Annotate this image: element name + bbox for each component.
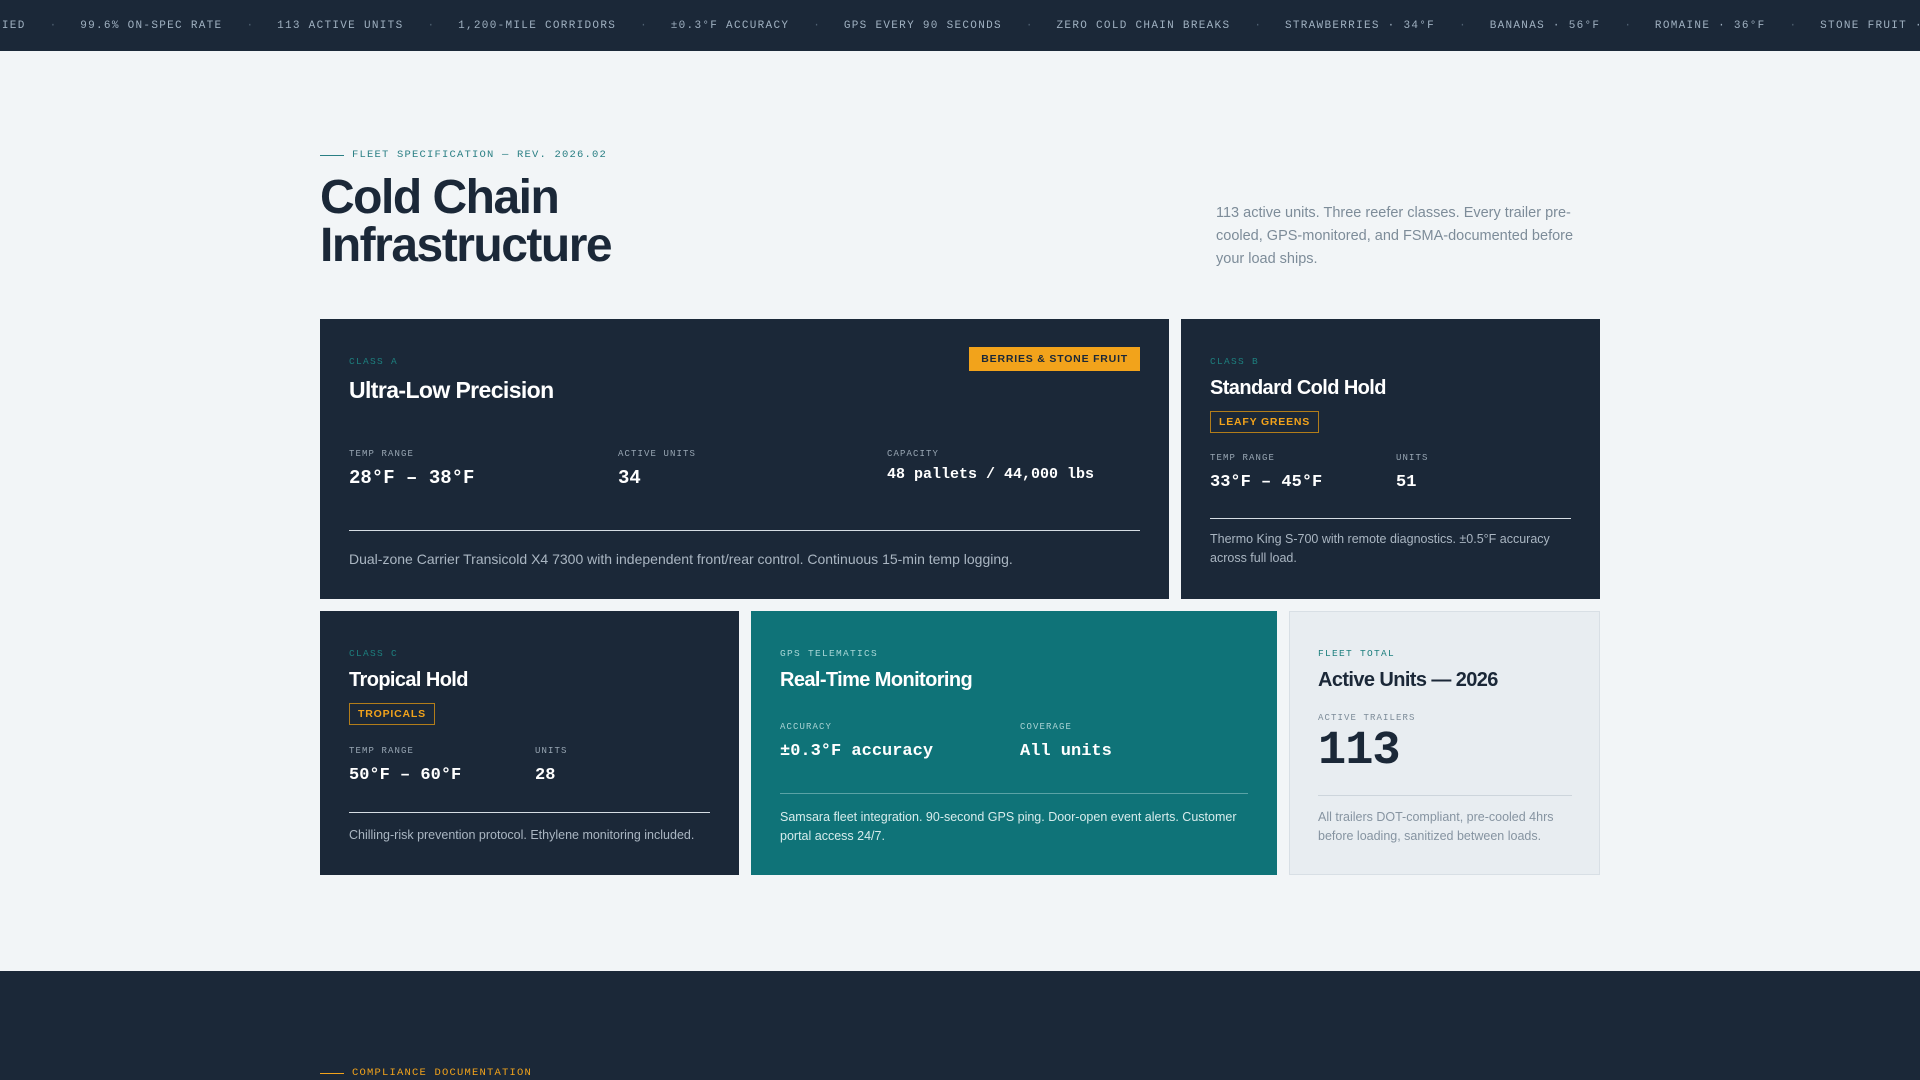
compliance-eyebrow: COMPLIANCE DOCUMENTATION [320,1067,532,1079]
active-trailers-count: 113 [1318,725,1401,778]
compliance-section: COMPLIANCE DOCUMENTATION [0,971,1920,1080]
stat-label-units: UNITS [535,746,568,756]
section-eyebrow: FLEET SPECIFICATION — REV. 2026.02 [320,149,607,161]
card-divider [349,530,1140,531]
card-description: Chilling-risk prevention protocol. Ethyl… [349,828,695,842]
card-class-b: CLASS B Standard Cold Hold LEAFY GREENS … [1181,319,1600,599]
class-label: GPS TELEMATICS [780,648,879,659]
stat-value-temp-range: 33°F – 45°F [1210,473,1323,492]
class-label: CLASS B [1210,356,1260,367]
card-divider [780,793,1248,794]
stat-label-active-units: ACTIVE UNITS [618,449,697,459]
page-title: Cold Chain Infrastructure [320,174,820,270]
ticker-separator: · [427,19,435,32]
card-title: Ultra-Low Precision [349,377,554,403]
stat-value-units: 51 [1396,473,1417,492]
card-description: Samsara fleet integration. 90-second GPS… [780,810,1237,843]
ticker-separator: · [1254,19,1261,32]
ticker-item: FIED [0,19,26,32]
stat-label-accuracy: ACCURACY [780,722,833,732]
ticker-item: 99.6% ON-SPEC RATE [80,19,223,32]
ticker-item: STRAWBERRIES · 34°F [1284,19,1436,32]
card-title: Standard Cold Hold [1210,377,1386,399]
card-title: Tropical Hold [349,669,468,691]
eyebrow-rule [320,1072,344,1074]
stat-value-units: 28 [535,766,556,785]
card-class-c: CLASS C Tropical Hold TROPICALS TEMP RAN… [320,611,739,875]
ticker-bar: FIED · 99.6% ON-SPEC RATE · 113 ACTIVE UNITS… [0,0,1920,51]
stat-label-active-trailers: ACTIVE TRAILERS [1318,713,1416,723]
ticker-separator: · [49,19,57,32]
stat-label-units: UNITS [1396,453,1429,463]
card-description: Thermo King S-700 with remote diagnostic… [1210,532,1550,565]
eyebrow-rule [320,154,344,156]
ticker-item: BANANAS · 56°F [1489,19,1601,32]
ticker-separator: · [1789,19,1797,32]
card-description: All trailers DOT-compliant, pre-cooled 4… [1318,810,1554,843]
page-title-line2: Infrastructure [320,219,613,272]
stat-label-temp-range: TEMP RANGE [349,746,415,756]
stat-label-capacity: CAPACITY [887,449,940,459]
ticker-separator: · [1459,19,1466,32]
ticker-separator: · [640,19,647,32]
class-label: CLASS A [349,356,399,367]
ticker-separator: · [1025,19,1033,32]
card-divider [1210,518,1571,519]
ticker-item: ZERO COLD CHAIN BREAKS [1056,19,1231,32]
card-title: Active Units — 2026 [1318,669,1498,691]
intro-text: 113 active units. Three reefer classes. … [1216,205,1574,267]
stat-value-active-units: 34 [618,467,641,489]
ticker-item: 113 ACTIVE UNITS [277,19,404,32]
ticker-separator: · [813,19,820,32]
category-badge: LEAFY GREENS [1210,411,1320,433]
stat-value-accuracy: ±0.3°F accuracy [780,742,934,761]
category-badge: BERRIES & STONE FRUIT [969,347,1140,371]
ticker-item: GPS EVERY 90 SECONDS [843,19,1002,32]
category-badge: TROPICALS [349,703,435,725]
stat-value-temp-range: 50°F – 60°F [349,766,462,785]
card-gps-telematics: GPS TELEMATICS Real-Time Monitoring ACCU… [751,611,1277,875]
class-label: FLEET TOTAL [1318,648,1396,659]
ticker-item: ROMAINE · 36°F [1654,19,1766,32]
stat-value-capacity: 48 pallets / 44,000 lbs [887,466,1095,483]
card-fleet-total: FLEET TOTAL Active Units — 2026 ACTIVE T… [1289,611,1600,875]
ticker-separator: · [1624,19,1631,32]
compliance-eyebrow-text: COMPLIANCE DOCUMENTATION [352,1067,533,1079]
ticker-item: STONE FRUIT · [1820,19,1920,32]
ticker-separator: · [246,19,254,32]
stat-label-temp-range: TEMP RANGE [349,449,415,459]
stat-value-temp-range: 28°F – 38°F [349,467,475,489]
page-title-line1: Cold Chain [320,171,560,224]
ticker-item: ±0.3°F ACCURACY [670,19,790,32]
stat-label-temp-range: TEMP RANGE [1210,453,1276,463]
ticker-item: 1,200-MILE CORRIDORS [458,19,617,32]
stat-label-coverage: COVERAGE [1020,722,1073,732]
class-label: CLASS C [349,648,399,659]
card-description: Dual-zone Carrier Transicold X4 7300 wit… [349,551,1013,567]
card-divider [1318,795,1572,796]
card-title: Real-Time Monitoring [780,669,973,691]
card-divider [349,812,710,813]
ticker-track: FIED · 99.6% ON-SPEC RATE · 113 ACTIVE UNITS… [0,0,1920,51]
stat-value-coverage: All units [1020,742,1112,761]
eyebrow-text: FLEET SPECIFICATION — REV. 2026.02 [352,149,608,161]
card-class-a: CLASS A Ultra-Low Precision BERRIES & ST… [320,319,1169,599]
